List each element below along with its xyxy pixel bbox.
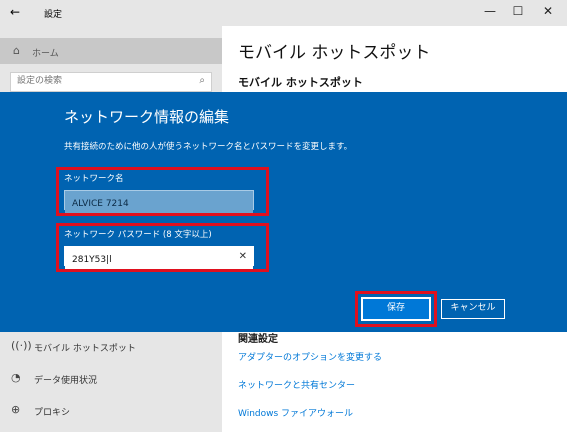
proxy-icon: ⊕ [11, 403, 21, 416]
search-box[interactable]: ⌕ [10, 72, 212, 92]
home-icon: ⌂ [13, 44, 20, 57]
network-name-highlight [56, 167, 269, 216]
edit-network-info-dialog: ネットワーク情報の編集 共有接続のために他の人が使うネットワーク名とパスワードを… [0, 92, 567, 332]
dialog-title: ネットワーク情報の編集 [64, 108, 230, 126]
maximize-button[interactable]: ☐ [508, 4, 528, 18]
password-highlight [56, 223, 269, 272]
related-settings-heading: 関連設定 [238, 334, 278, 345]
window-title: 設定 [44, 10, 63, 20]
title-bar: ← 設定 — ☐ ✕ [0, 0, 567, 26]
sidebar-item-proxy[interactable]: ⊕ プロキシ [0, 398, 222, 422]
minimize-button[interactable]: — [480, 4, 500, 18]
dialog-description: 共有接続のために他の人が使うネットワーク名とパスワードを変更します。 [64, 142, 353, 152]
back-arrow-icon[interactable]: ← [10, 5, 20, 19]
sidebar-item-data-usage[interactable]: ◔ データ使用状況 [0, 366, 222, 390]
hotspot-icon: ((·)) [11, 339, 32, 352]
sidebar-item-label: ホーム [32, 49, 59, 59]
link-windows-firewall[interactable]: Windows ファイアウォール [238, 406, 353, 419]
link-adapter-options[interactable]: アダプターのオプションを変更する [238, 350, 382, 363]
save-highlight [355, 291, 437, 327]
sidebar-item-mobile-hotspot[interactable]: ((·)) モバイル ホットスポット [0, 334, 222, 358]
sidebar-item-home[interactable]: ⌂ ホーム [0, 38, 222, 64]
close-button[interactable]: ✕ [538, 4, 558, 18]
sidebar-item-label: データ使用状況 [34, 376, 98, 386]
section-title: モバイル ホットスポット [238, 76, 363, 89]
sidebar-item-label: モバイル ホットスポット [34, 344, 136, 354]
cancel-button[interactable]: キャンセル [441, 299, 505, 319]
sidebar-item-label: プロキシ [34, 408, 71, 418]
search-input[interactable] [11, 73, 187, 89]
page-title: モバイル ホットスポット [238, 43, 431, 63]
search-icon[interactable]: ⌕ [199, 75, 205, 86]
link-network-sharing-center[interactable]: ネットワークと共有センター [238, 378, 355, 391]
data-usage-icon: ◔ [11, 371, 21, 384]
